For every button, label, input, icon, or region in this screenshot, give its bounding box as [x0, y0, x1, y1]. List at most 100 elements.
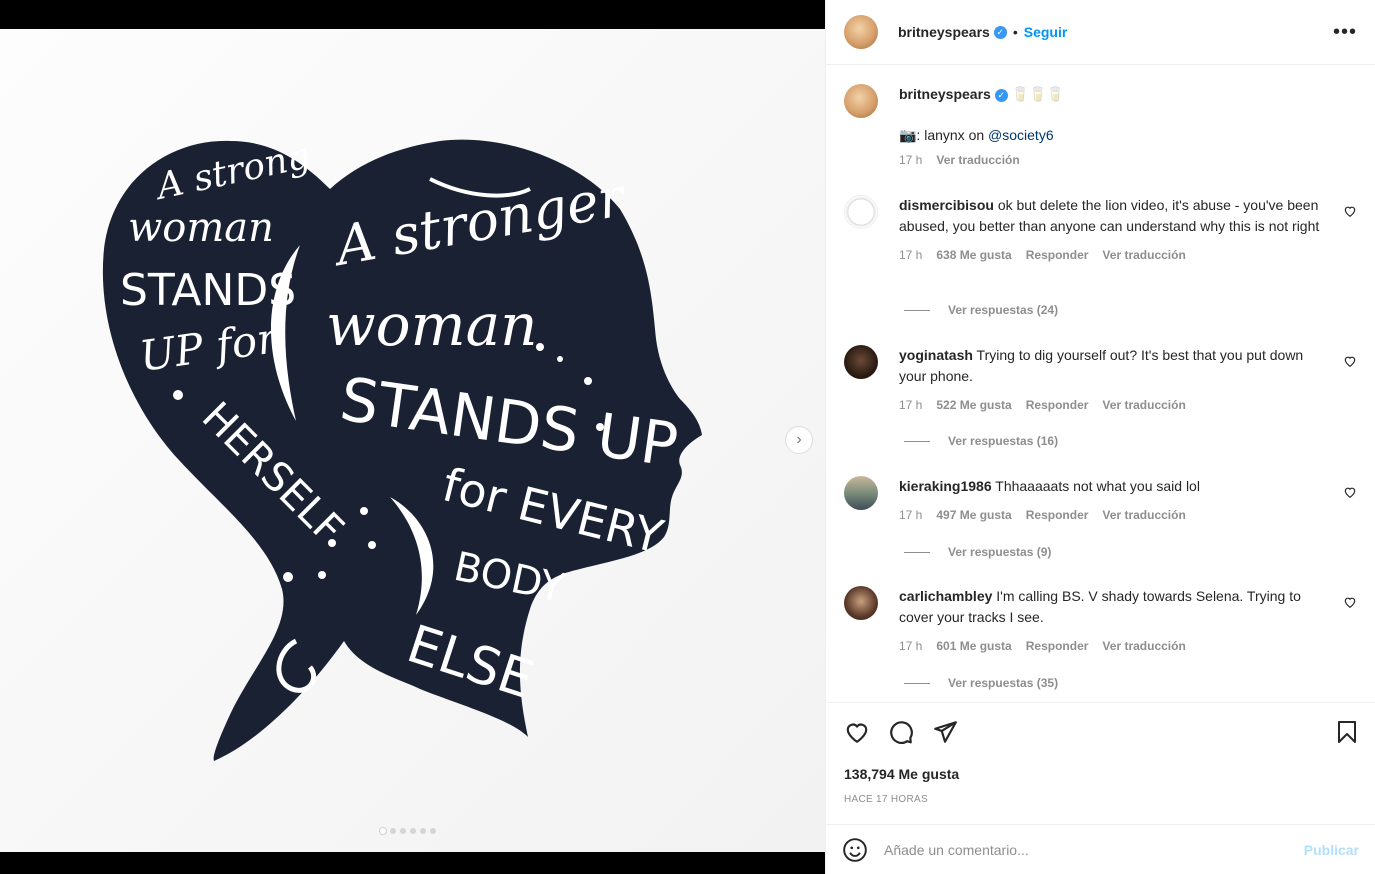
post-actions: 138,794 Me gusta HACE 17 HORAS [826, 702, 1375, 824]
comment-text-line: carlichambley I'm calling BS. V shady to… [899, 586, 1327, 628]
like-comment-icon[interactable] [1343, 354, 1357, 368]
like-comment-icon[interactable] [1343, 595, 1357, 609]
view-replies-label: Ver respuestas (9) [948, 545, 1052, 559]
comment-meta: 17 h 638 Me gusta Responder Ver traducci… [899, 245, 1327, 266]
commenter-avatar[interactable] [844, 345, 878, 379]
emoji-smiley-icon[interactable] [842, 837, 868, 863]
translate-link[interactable]: Ver traducción [936, 150, 1019, 171]
comment-text: Thhaaaaats not what you said lol [995, 478, 1200, 494]
comment-text-line: dismercibisou ok but delete the lion vid… [899, 195, 1327, 237]
comment-body: yoginatash Trying to dig yourself out? I… [899, 345, 1327, 416]
reply-button[interactable]: Responder [1026, 636, 1089, 657]
verified-badge-icon: ✓ [993, 25, 1007, 39]
post-header: britneyspears ✓ • Seguir ••• [826, 0, 1375, 65]
view-replies-label: Ver respuestas (24) [948, 303, 1059, 317]
comment-likes[interactable]: 522 Me gusta [936, 395, 1011, 416]
author-username[interactable]: britneyspears [898, 24, 990, 40]
save-bookmark-icon[interactable] [1335, 719, 1359, 745]
commenter-username[interactable]: carlichambley [899, 588, 992, 604]
reply-button[interactable]: Responder [1026, 245, 1089, 266]
comment-likes[interactable]: 638 Me gusta [936, 245, 1011, 266]
comment-likes[interactable]: 497 Me gusta [936, 505, 1011, 526]
replies-line [904, 682, 930, 684]
comment-input[interactable] [884, 841, 1304, 858]
publish-button[interactable]: Publicar [1304, 842, 1359, 858]
image-text-left-3: STANDS [120, 265, 296, 316]
comment-meta: 17 h 497 Me gusta Responder Ver traducci… [899, 505, 1327, 526]
caption-username[interactable]: britneyspears [899, 86, 991, 102]
silhouette-illustration: A strong woman STANDS UP for HERSELF A s… [102, 135, 703, 761]
reply-button[interactable]: Responder [1026, 395, 1089, 416]
view-replies-button[interactable]: Ver respuestas (9) [904, 545, 1051, 559]
like-heart-icon[interactable] [844, 719, 870, 745]
comment-text-line: yoginatash Trying to dig yourself out? I… [899, 345, 1327, 387]
translate-link[interactable]: Ver traducción [1102, 636, 1185, 657]
caption-body: britneyspears ✓ 🥛🥛🥛 📷: lanynx on @society… [899, 84, 1327, 171]
view-replies-button[interactable]: Ver respuestas (35) [904, 676, 1058, 690]
comment-meta: 17 h 601 Me gusta Responder Ver traducci… [899, 636, 1327, 657]
comment-time: 17 h [899, 508, 923, 522]
comment-bubble-icon[interactable] [888, 719, 914, 745]
translate-link[interactable]: Ver traducción [1102, 395, 1185, 416]
replies-line [904, 440, 930, 442]
post-side-panel: britneyspears ✓ • Seguir ••• britneyspea… [825, 0, 1375, 874]
like-comment-icon[interactable] [1343, 485, 1357, 499]
media-area: A strong woman STANDS UP for HERSELF A s… [0, 0, 825, 874]
carousel-dot [400, 828, 406, 834]
author-avatar[interactable] [844, 84, 878, 118]
carousel-dot [410, 828, 416, 834]
verified-badge-icon: ✓ [994, 88, 1008, 102]
carousel-dot [430, 828, 436, 834]
comments-list[interactable]: britneyspears ✓ 🥛🥛🥛 📷: lanynx on @society… [826, 66, 1375, 702]
commenter-avatar[interactable] [844, 586, 878, 620]
action-icons [844, 719, 1359, 747]
comment-time: 17 h [899, 248, 923, 262]
comment-meta: 17 h 522 Me gusta Responder Ver traducci… [899, 395, 1327, 416]
translate-link[interactable]: Ver traducción [1102, 505, 1185, 526]
more-options-icon[interactable]: ••• [1333, 21, 1357, 44]
caption-meta: 17 h Ver traducción [899, 150, 1327, 171]
translate-link[interactable]: Ver traducción [1102, 245, 1185, 266]
view-replies-button[interactable]: Ver respuestas (16) [904, 434, 1058, 448]
separator-dot: • [1012, 24, 1018, 40]
carousel-dot [380, 828, 386, 834]
commenter-avatar[interactable] [844, 195, 878, 229]
replies-line [904, 309, 930, 311]
follow-button[interactable]: Seguir [1024, 24, 1068, 40]
reply-button[interactable]: Responder [1026, 505, 1089, 526]
view-replies-button[interactable]: Ver respuestas (24) [904, 303, 1058, 317]
mention-link[interactable]: @society6 [988, 127, 1054, 143]
carousel-indicator [380, 828, 436, 834]
comment-body: kieraking1986 Thhaaaaats not what you sa… [899, 476, 1327, 526]
comment-body: dismercibisou ok but delete the lion vid… [899, 195, 1327, 266]
caption-emoji: 🥛🥛🥛 [1011, 86, 1065, 102]
carousel-dot [420, 828, 426, 834]
chevron-right-icon: › [796, 431, 802, 448]
instagram-post-modal: A strong woman STANDS UP for HERSELF A s… [0, 0, 1375, 874]
author-avatar[interactable] [844, 15, 878, 49]
commenter-avatar[interactable] [844, 476, 878, 510]
share-send-icon[interactable] [932, 719, 958, 745]
replies-line [904, 551, 930, 553]
caption-time: 17 h [899, 153, 923, 167]
add-comment-bar: Publicar [826, 824, 1375, 874]
image-text-right-2: woman [326, 291, 538, 359]
comment-time: 17 h [899, 398, 923, 412]
credit-prefix: 📷: lanynx on [899, 127, 989, 143]
view-replies-label: Ver respuestas (16) [948, 434, 1059, 448]
carousel-dot [390, 828, 396, 834]
commenter-username[interactable]: dismercibisou [899, 197, 994, 213]
next-image-button[interactable]: › [785, 426, 813, 454]
comment-likes[interactable]: 601 Me gusta [936, 636, 1011, 657]
likes-count[interactable]: 138,794 Me gusta [844, 766, 959, 782]
comment-time: 17 h [899, 639, 923, 653]
view-replies-label: Ver respuestas (35) [948, 676, 1059, 690]
image-text-left-2: woman [128, 205, 274, 251]
commenter-username[interactable]: yoginatash [899, 347, 973, 363]
comment-body: carlichambley I'm calling BS. V shady to… [899, 586, 1327, 657]
post-image[interactable]: A strong woman STANDS UP for HERSELF A s… [0, 29, 825, 852]
like-comment-icon[interactable] [1343, 204, 1357, 218]
caption-line: britneyspears ✓ 🥛🥛🥛 [899, 84, 1327, 105]
caption-credit: 📷: lanynx on @society6 [899, 125, 1327, 146]
commenter-username[interactable]: kieraking1986 [899, 478, 992, 494]
